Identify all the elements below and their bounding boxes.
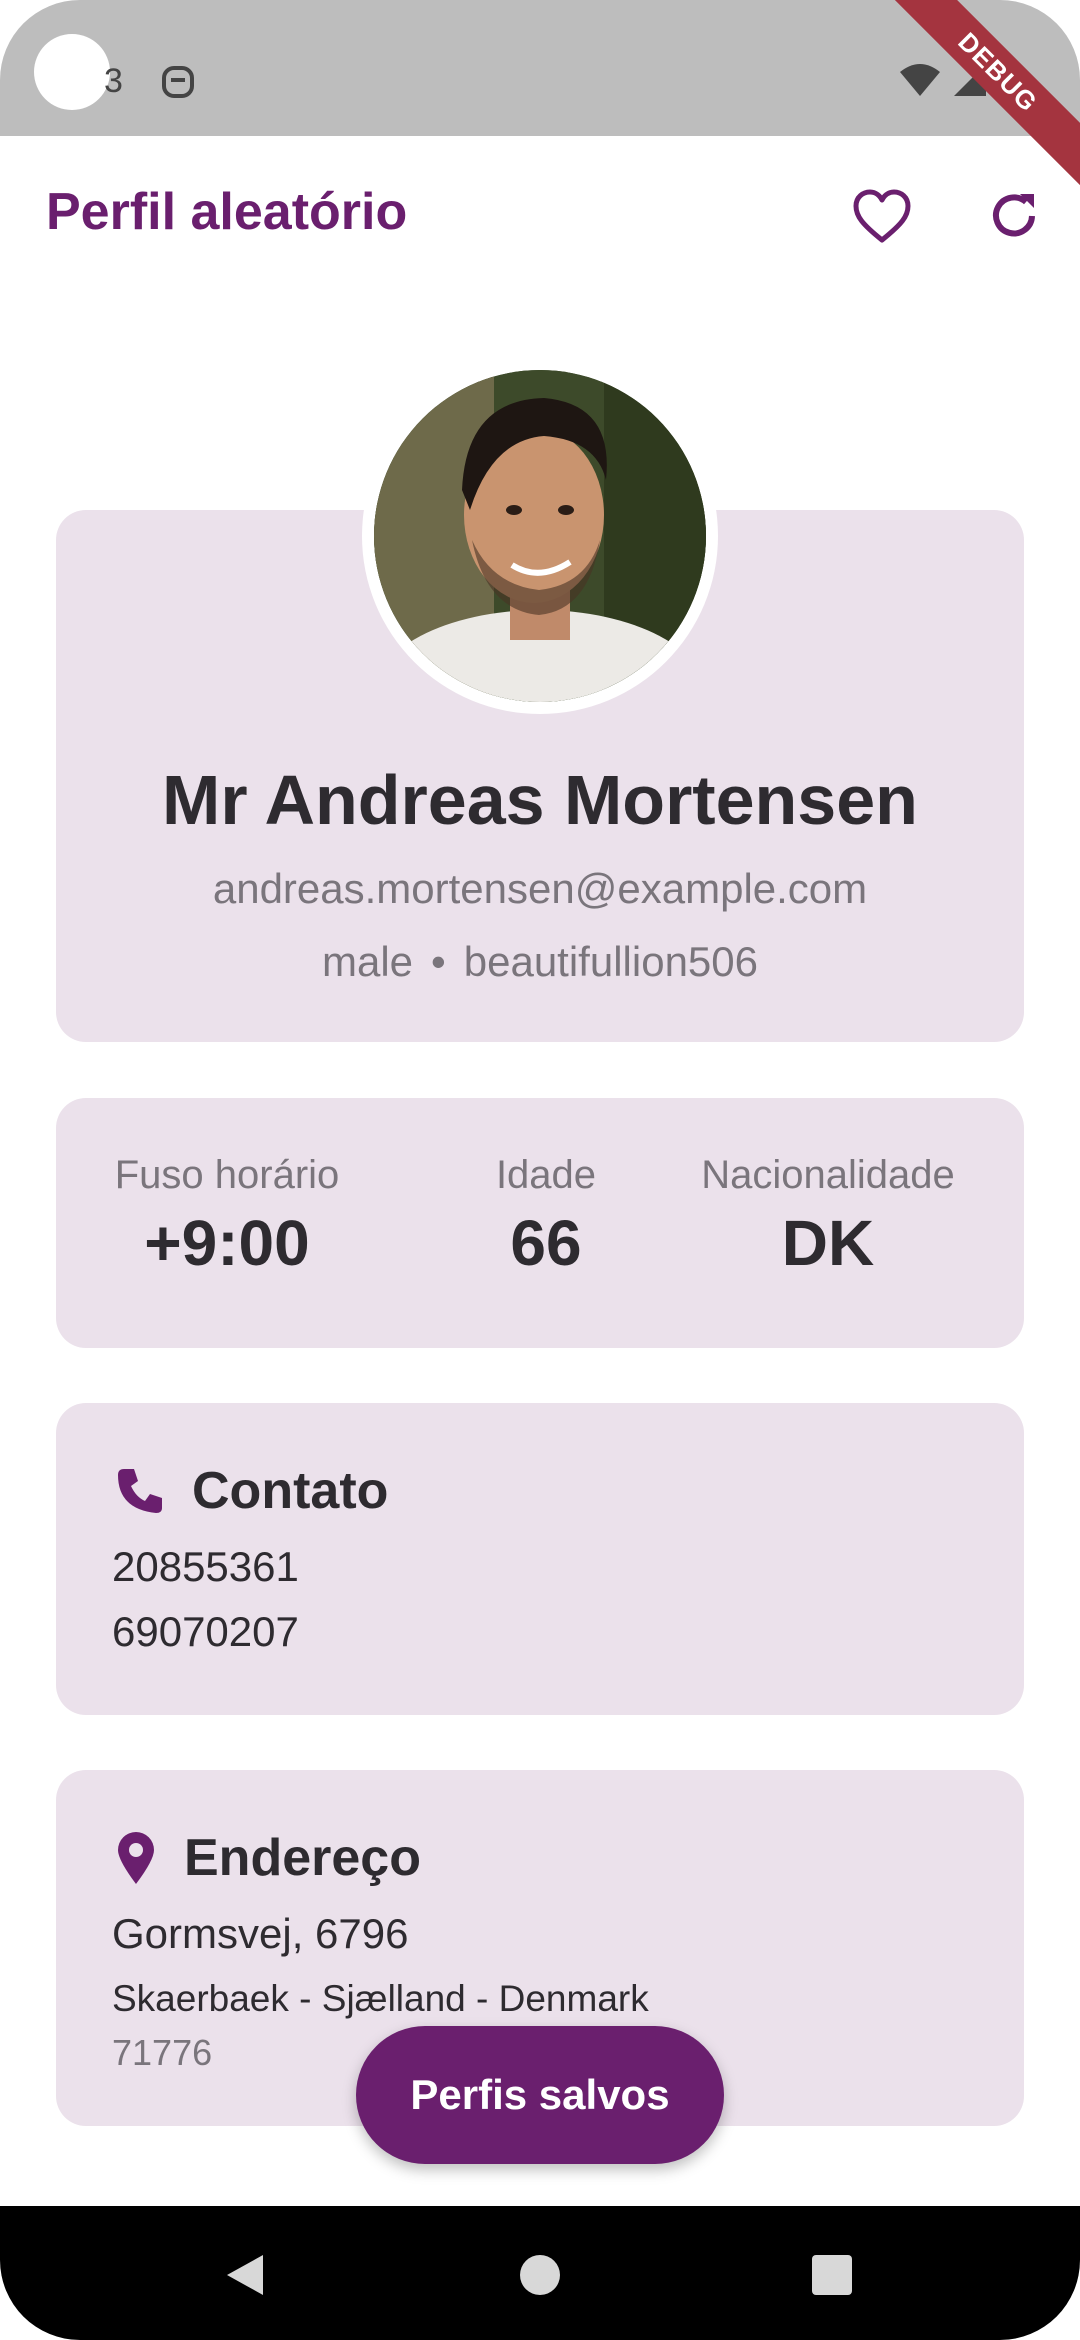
refresh-icon	[993, 194, 1035, 237]
gender-text: male	[321, 938, 414, 985]
address-title: Endereço	[184, 1829, 421, 1887]
app-bar: Perfil aleatório	[0, 136, 1080, 296]
android-debug-icon	[162, 66, 194, 98]
stat-age: Idade 66	[456, 1153, 636, 1280]
contact-header: Contato	[114, 1461, 388, 1521]
status-bar: 3 DEBUG	[0, 0, 1080, 201]
city-line: Skaerbaek - Sjælland - Denmark	[112, 1978, 649, 2019]
stat-label: Fuso horário	[114, 1153, 340, 1197]
email-text: andreas.mortensen@example.com	[212, 865, 868, 912]
stat-value: 66	[510, 1207, 582, 1279]
stat-value: DK	[781, 1207, 875, 1279]
wifi-icon	[900, 64, 940, 96]
separator-dot: •	[431, 938, 446, 985]
camera-cutout	[34, 34, 110, 110]
saved-profiles-button[interactable]: Perfis salvos	[356, 2026, 724, 2164]
address-header: Endereço	[114, 1828, 421, 1888]
recents-square-icon	[812, 2255, 852, 2295]
heart-outline-icon	[853, 189, 911, 243]
system-nav-bar	[0, 2206, 1080, 2340]
stat-nationality: Nacionalidade DK	[678, 1153, 978, 1280]
home-button[interactable]	[495, 2230, 585, 2320]
full-name: Mr Andreas Mortensen	[162, 761, 918, 839]
refresh-button[interactable]	[974, 176, 1054, 256]
page-title: Perfil aleatório	[46, 183, 408, 241]
avatar-ring	[362, 358, 718, 714]
gender-username-line: male • beautifullion506	[56, 938, 1024, 986]
street-text: Gormsvej, 6796	[112, 1910, 409, 1957]
status-time: 3	[104, 62, 123, 100]
username-text: beautifullion506	[463, 938, 758, 985]
stat-label: Nacionalidade	[701, 1153, 955, 1197]
home-circle-icon	[520, 2255, 560, 2295]
avatar-photo	[374, 370, 706, 702]
favorite-button[interactable]	[842, 176, 922, 256]
stat-label: Idade	[495, 1153, 597, 1197]
contact-card: Contato 20855361 69070207	[56, 1403, 1024, 1715]
back-triangle-icon	[227, 2255, 263, 2295]
avatar	[374, 370, 706, 702]
location-pin-icon	[118, 1832, 154, 1884]
back-button[interactable]	[200, 2230, 290, 2320]
stat-value: +9:00	[144, 1207, 310, 1279]
cell-number: 69070207	[112, 1608, 299, 1655]
phone-icon	[118, 1469, 162, 1513]
contact-title: Contato	[192, 1462, 389, 1520]
stats-card: Fuso horário +9:00 Idade 66 Nacionalidad…	[56, 1098, 1024, 1348]
recents-button[interactable]	[787, 2230, 877, 2320]
phone-screen: 3 DEBUG Perfil aleatório Mr Andreas Mort…	[0, 0, 1080, 2340]
stat-timezone: Fuso horário +9:00	[102, 1153, 352, 1280]
phone-number: 20855361	[112, 1543, 299, 1590]
postcode-text: 71776	[112, 2032, 213, 2073]
